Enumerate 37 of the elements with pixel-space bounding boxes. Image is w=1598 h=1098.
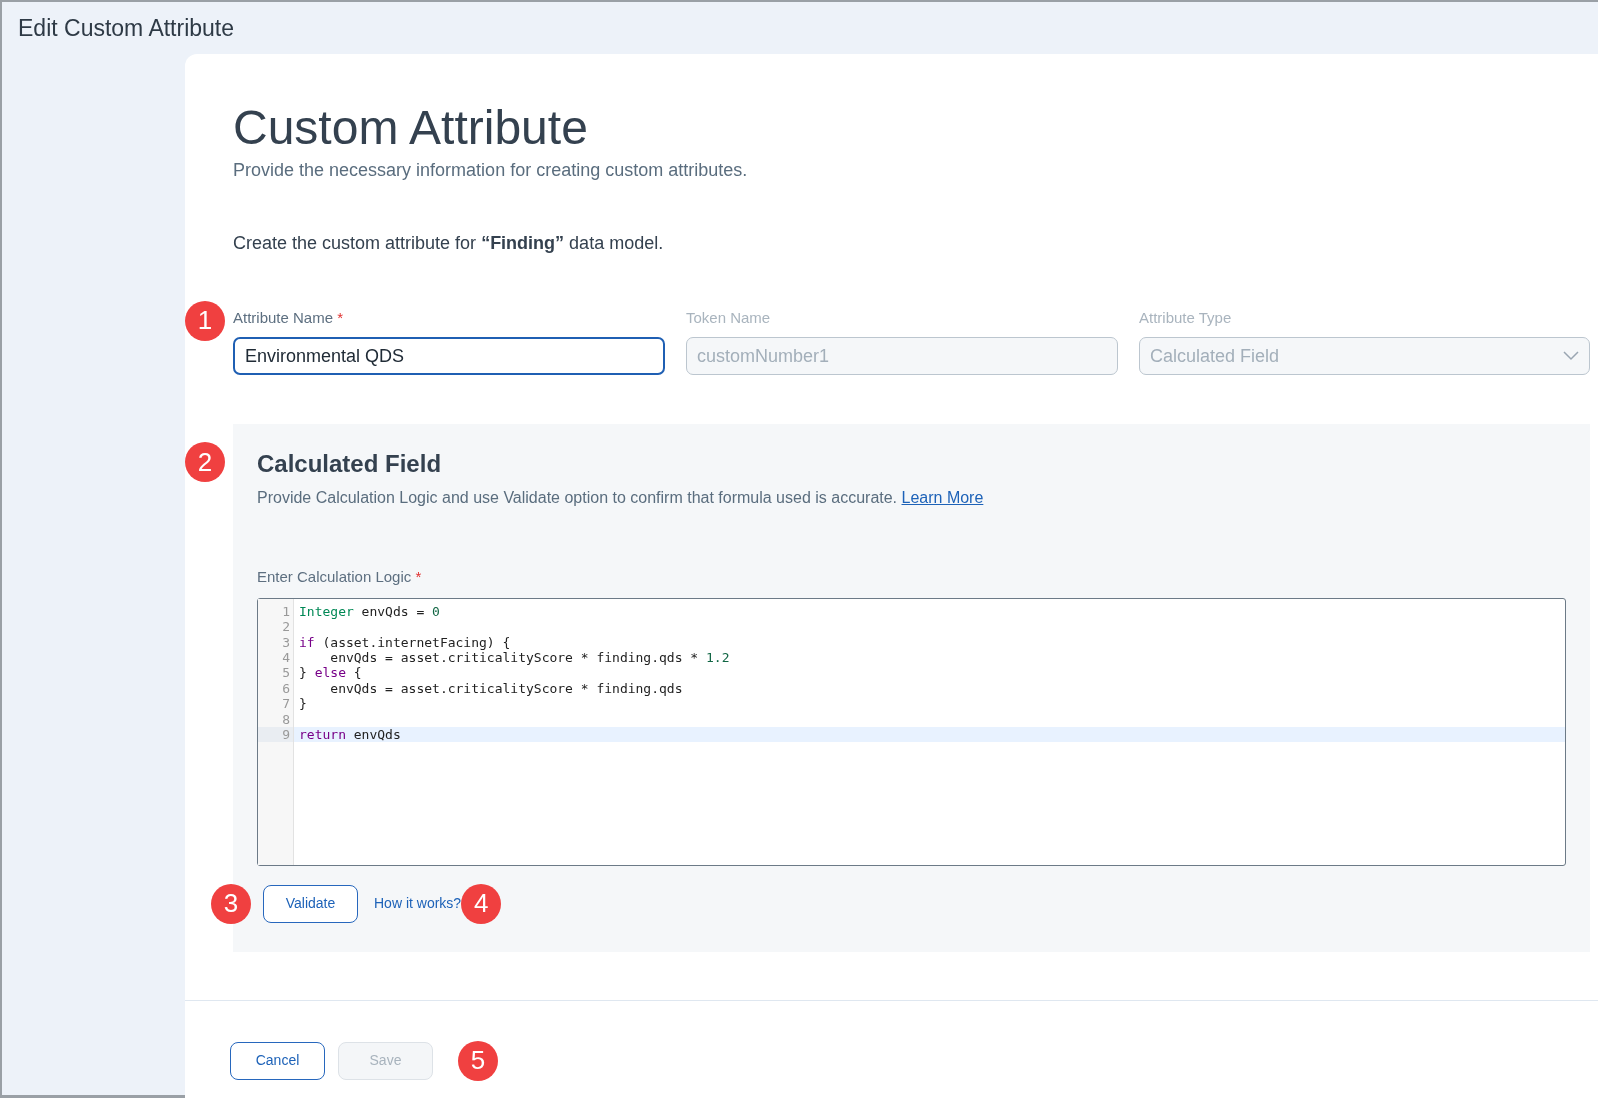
- field-label: Enter Calculation Logic *: [257, 567, 423, 588]
- cancel-button[interactable]: Cancel: [230, 1041, 325, 1080]
- window-title: Edit Custom Attribute: [18, 13, 235, 43]
- code-line: } else {: [298, 665, 363, 681]
- line-number: 1: [281, 603, 291, 620]
- code-line: if (asset.internetFacing) {: [298, 634, 512, 650]
- code-editor[interactable]: 1 2 3 4 5 6 7 8 9 Integer envQds = 0 if (asset.internetFacing) { envQds = asset.criticalityScore * finding.qds * 1.2 } else { envQds = asset.criticalityScore * finding.qds } return envQds: [257, 597, 1566, 866]
- line-number: 6: [281, 680, 291, 697]
- line-number: 4: [281, 649, 291, 666]
- chevron-down-icon: [1563, 351, 1579, 362]
- field-label: Attribute Type: [1139, 307, 1233, 328]
- how-it-works-link[interactable]: How it works?: [374, 893, 462, 915]
- callout-marker: 5: [458, 1040, 498, 1081]
- code-line: envQds = asset.criticalityScore * finding.qds * 1.2: [330, 649, 731, 666]
- code-line: envQds = asset.criticalityScore * finding.qds: [329, 680, 684, 697]
- learn-more-link[interactable]: Learn More: [901, 489, 984, 507]
- line-number: 8: [281, 711, 291, 727]
- line-number: 5: [281, 665, 291, 681]
- page-subtitle: Provide the necessary information for creating custom attributes.: [233, 158, 749, 182]
- callout-marker: 2: [185, 442, 225, 483]
- code-line: }: [298, 696, 308, 712]
- field-label: Attribute Name *: [233, 307, 345, 328]
- callout-marker: 1: [185, 300, 225, 341]
- section-title: Calculated Field: [257, 449, 443, 480]
- code-line: Integer envQds = 0: [298, 603, 441, 620]
- intro-text: Create the custom attribute for “Finding” data model.: [233, 231, 665, 255]
- line-number: 2: [281, 619, 291, 635]
- line-number: 7: [281, 696, 291, 712]
- text-field[interactable]: Environmental QDS: [233, 337, 665, 376]
- page-title: Custom Attribute: [233, 102, 589, 155]
- callout-marker: 3: [211, 883, 251, 924]
- line-number: 9: [258, 726, 293, 743]
- field-label: Token Name: [686, 307, 772, 328]
- line-number: 3: [281, 634, 291, 650]
- validate-button[interactable]: Validate: [263, 884, 358, 923]
- section-description: Provide Calculation Logic and use Validate option to confirm that formula used is accurate. Learn More: [257, 488, 985, 509]
- callout-marker: 4: [461, 883, 502, 924]
